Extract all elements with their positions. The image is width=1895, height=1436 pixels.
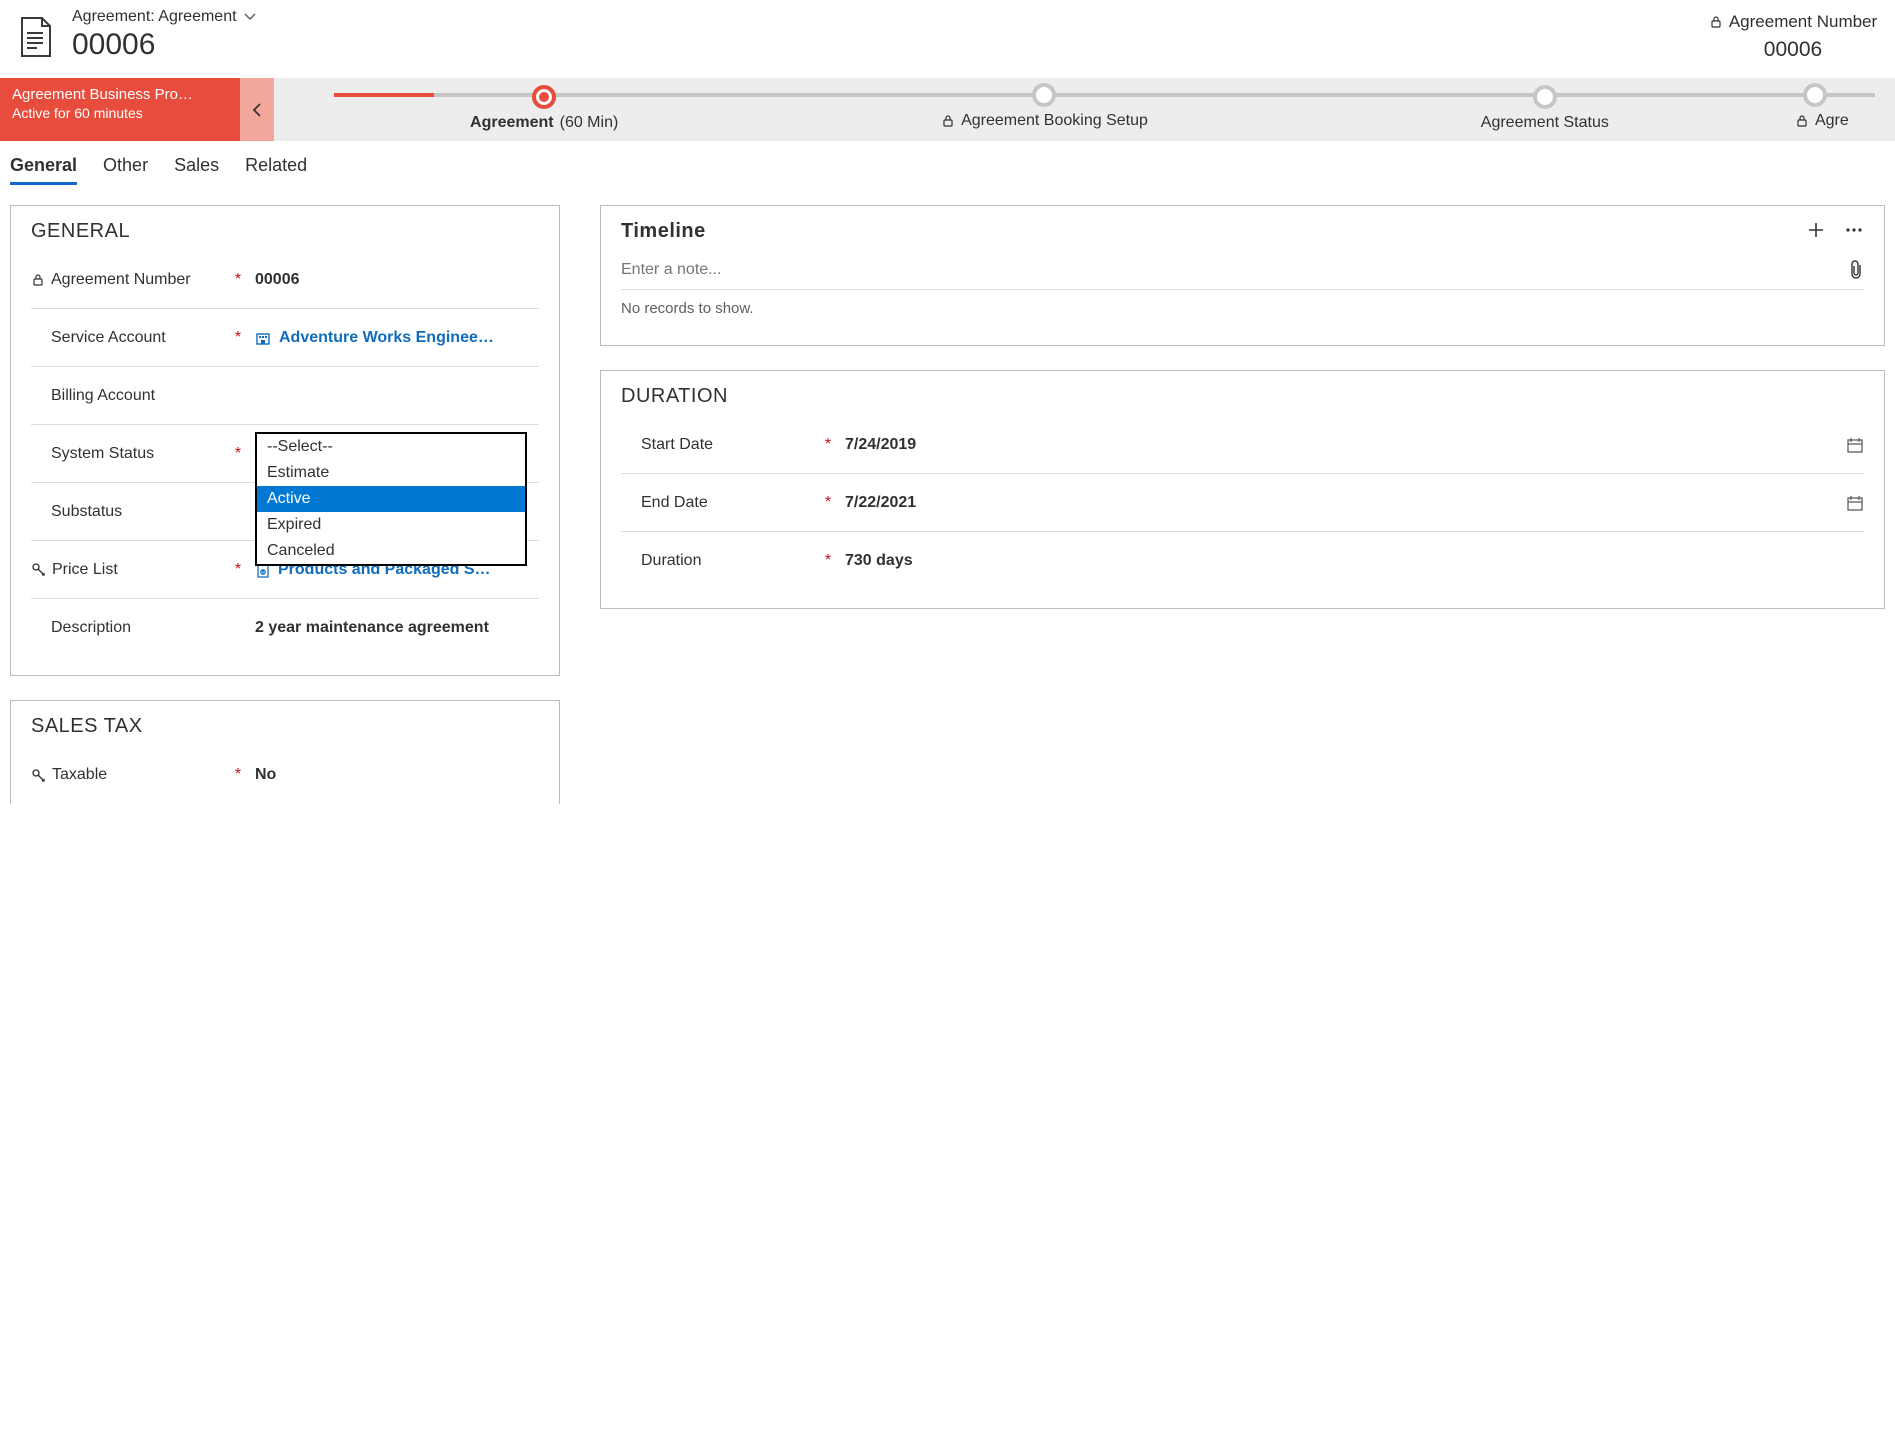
required-indicator: * (231, 329, 245, 347)
timeline-note-input[interactable] (621, 251, 1848, 289)
field-label-text: Service Account (51, 329, 166, 347)
lock-icon (941, 114, 955, 128)
field-value[interactable]: 730 days (845, 552, 1864, 570)
form-tabs: General Other Sales Related (0, 141, 1895, 185)
stage-label-text: Agreement Booking Setup (961, 112, 1148, 130)
account-icon (255, 330, 271, 346)
required-indicator: * (231, 445, 245, 463)
date-value[interactable]: 7/22/2021 (845, 494, 1864, 512)
field-label-text: Description (51, 619, 131, 637)
required-indicator: * (821, 494, 835, 512)
field-label-text: Billing Account (51, 387, 155, 405)
process-name: Agreement Business Pro… (12, 86, 228, 103)
dropdown-option-selected[interactable]: Active (257, 486, 525, 512)
field-taxable: Taxable * No (31, 746, 539, 804)
form-selector-label: Agreement: Agreement (72, 8, 237, 26)
date-text: 7/24/2019 (845, 436, 916, 454)
lookup-text: Adventure Works Enginee… (279, 329, 494, 347)
tab-general[interactable]: General (10, 155, 77, 185)
field-label-text: Taxable (52, 766, 107, 784)
dropdown-option[interactable]: Canceled (257, 538, 525, 564)
section-title: GENERAL (31, 220, 539, 243)
recommend-icon (31, 562, 46, 577)
stage-next-truncated[interactable]: Agre (1795, 78, 1875, 141)
lock-icon (1709, 15, 1723, 29)
required-indicator: * (231, 561, 245, 579)
date-text: 7/22/2021 (845, 494, 916, 512)
field-value[interactable]: 2 year maintenance agreement (255, 619, 539, 637)
date-value[interactable]: 7/24/2019 (845, 436, 1864, 454)
tab-sales[interactable]: Sales (174, 155, 219, 185)
dropdown-option[interactable]: --Select-- (257, 434, 525, 460)
required-indicator: * (821, 552, 835, 570)
chevron-down-icon (243, 10, 257, 24)
attachment-icon[interactable] (1848, 260, 1864, 280)
required-indicator: * (821, 436, 835, 454)
dropdown-option[interactable]: Estimate (257, 460, 525, 486)
section-timeline: Timeline No records to show. (600, 205, 1885, 346)
header-key-label-text: Agreement Number (1729, 12, 1877, 32)
field-label-text: Start Date (641, 436, 713, 454)
required-indicator: * (231, 271, 245, 289)
field-start-date: Start Date * 7/24/2019 (621, 416, 1864, 474)
record-header: Agreement: Agreement 00006 Agreement Num… (0, 0, 1895, 78)
tab-related[interactable]: Related (245, 155, 307, 185)
stage-label-text: Agreement Status (1481, 114, 1609, 132)
field-value[interactable]: No (255, 766, 539, 784)
stage-label-text: Agre (1815, 112, 1849, 130)
field-value[interactable]: 00006 (255, 271, 539, 289)
header-key-field: Agreement Number 00006 (1703, 8, 1883, 62)
field-end-date: End Date * 7/22/2021 (621, 474, 1864, 532)
section-title: SALES TAX (31, 715, 539, 738)
lock-icon (31, 273, 45, 287)
stage-agreement-status[interactable]: Agreement Status (1295, 80, 1795, 140)
field-agreement-number: Agreement Number * 00006 (31, 251, 539, 309)
lookup-value[interactable]: Adventure Works Enginee… (255, 329, 539, 347)
process-info[interactable]: Agreement Business Pro… Active for 60 mi… (0, 78, 240, 141)
field-system-status: System Status * --Select-- Estimate Acti… (31, 425, 539, 483)
entity-icon (12, 14, 58, 60)
process-collapse-button[interactable] (240, 78, 274, 141)
field-label-text: End Date (641, 494, 708, 512)
stage-dot-icon (1032, 83, 1056, 107)
section-duration: DURATION Start Date * 7/24/2019 End D (600, 370, 1885, 609)
field-label-text: Duration (641, 552, 701, 570)
stage-booking-setup[interactable]: Agreement Booking Setup (794, 78, 1294, 141)
system-status-dropdown: --Select-- Estimate Active Expired Cance… (255, 432, 527, 566)
section-title: DURATION (621, 385, 1864, 408)
record-title: 00006 (72, 28, 1703, 62)
stage-label-text: Agreement (470, 114, 554, 132)
lock-icon (1795, 114, 1809, 128)
field-service-account: Service Account * Adventure Works Engine… (31, 309, 539, 367)
recommend-icon (31, 768, 46, 783)
calendar-icon[interactable] (1846, 436, 1864, 454)
field-billing-account: Billing Account (31, 367, 539, 425)
field-label-text: Substatus (51, 503, 122, 521)
timeline-more-button[interactable] (1844, 220, 1864, 240)
field-duration: Duration * 730 days (621, 532, 1864, 590)
timeline-add-button[interactable] (1806, 220, 1826, 240)
calendar-icon[interactable] (1846, 494, 1864, 512)
field-description: Description 2 year maintenance agreement (31, 599, 539, 657)
dropdown-option[interactable]: Expired (257, 512, 525, 538)
required-indicator: * (231, 766, 245, 784)
process-status: Active for 60 minutes (12, 105, 228, 121)
section-sales-tax: SALES TAX Taxable * No (10, 700, 560, 804)
section-general: GENERAL Agreement Number * 00006 Service… (10, 205, 560, 676)
stage-agreement[interactable]: Agreement (60 Min) (294, 80, 794, 140)
timeline-empty-text: No records to show. (621, 290, 1864, 327)
field-label-text: Price List (52, 561, 118, 579)
field-label-text: System Status (51, 445, 154, 463)
stage-dot-icon (532, 85, 556, 109)
form-selector[interactable]: Agreement: Agreement (72, 8, 1703, 26)
stage-dot-icon (1803, 83, 1827, 107)
process-stages: Agreement (60 Min) Agreement Booking Set… (274, 78, 1895, 141)
business-process-flow: Agreement Business Pro… Active for 60 mi… (0, 78, 1895, 141)
tab-other[interactable]: Other (103, 155, 148, 185)
section-title: Timeline (621, 220, 1864, 243)
stage-dot-icon (1533, 85, 1557, 109)
header-key-value: 00006 (1703, 38, 1883, 62)
field-label-text: Agreement Number (51, 271, 191, 289)
stage-time: (60 Min) (560, 114, 619, 132)
